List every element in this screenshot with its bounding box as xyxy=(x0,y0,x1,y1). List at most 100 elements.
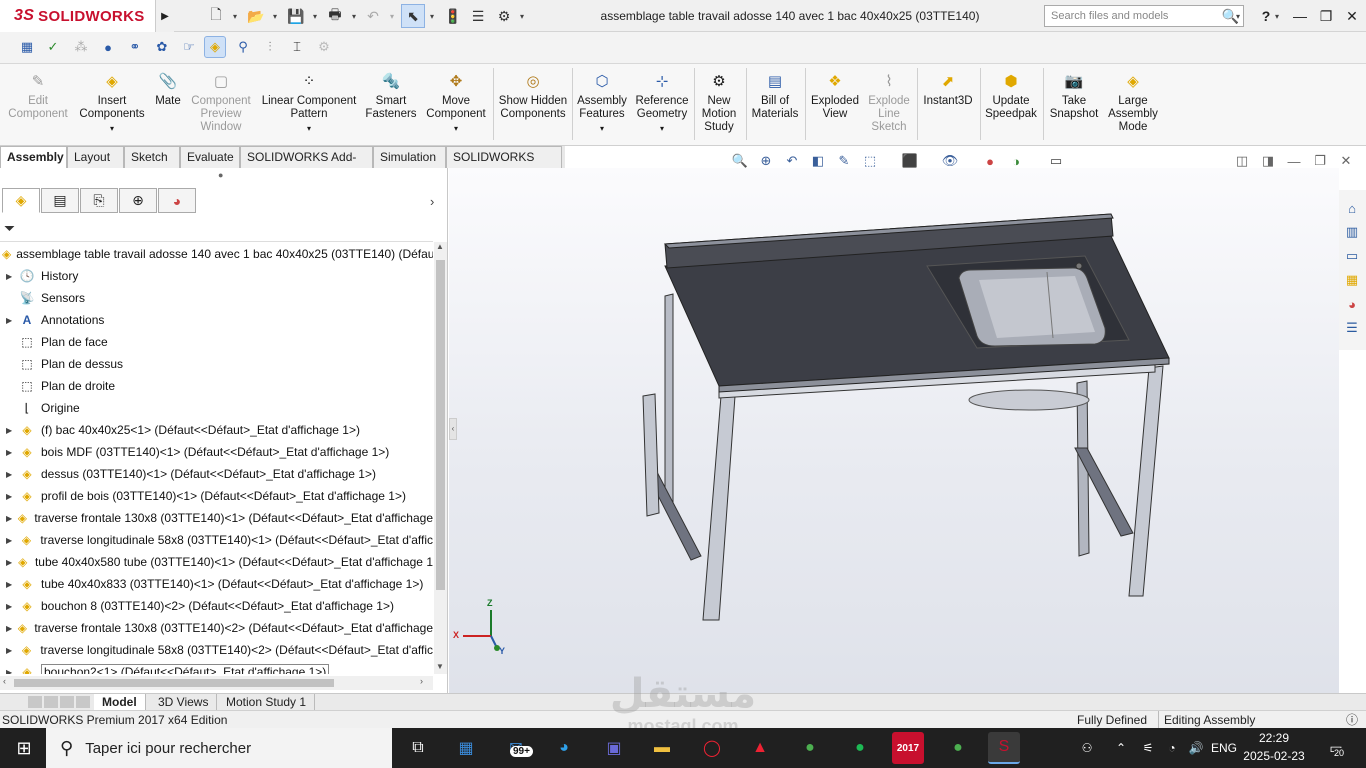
tree-item-component[interactable]: ▶ ◈ profil de bois (03TTE140)<1> (Défaut<<… xyxy=(0,485,433,507)
show-hidden-components-button[interactable]: ◎ Show Hidden Components xyxy=(496,70,570,144)
mate-button[interactable]: 📎 Mate xyxy=(150,70,186,144)
tab-assembly[interactable]: Assembly xyxy=(0,146,67,168)
edge-browser-icon[interactable]: ◕ xyxy=(548,732,580,764)
pointer-tool-icon[interactable]: ☞ xyxy=(178,36,200,58)
chrome-icon[interactable]: ● xyxy=(794,732,826,764)
people-icon[interactable]: ⚇ xyxy=(1078,728,1096,768)
spring-tool-icon[interactable]: ⫶ xyxy=(259,36,281,58)
edit-component-button[interactable]: ✎ Edit Component xyxy=(6,70,70,144)
solidworks-active-icon[interactable]: S xyxy=(988,732,1020,764)
tab-motion-study-1[interactable]: Motion Study 1 xyxy=(218,694,316,711)
tree-item-component[interactable]: ▶ ◈ traverse longitudinale 58x8 (03TTE140)… xyxy=(0,639,433,661)
solidworks-resources-icon[interactable]: ⌂ xyxy=(1341,198,1363,218)
tree-item-component[interactable]: ▶ ◈ traverse frontale 130x8 (03TTE140)<2> … xyxy=(0,617,433,639)
tab-layout[interactable]: Layout xyxy=(67,146,124,168)
custom-properties-icon[interactable]: ☰ xyxy=(1341,318,1363,338)
help-dropdown-icon[interactable]: ▾ xyxy=(1272,4,1282,28)
new-dropdown-icon[interactable]: ▾ xyxy=(230,4,240,28)
clock-time[interactable]: 22:29 xyxy=(1242,731,1306,745)
globe-tool-icon[interactable]: ● xyxy=(97,36,119,58)
expand-arrow-icon[interactable]: ▶ xyxy=(6,448,18,457)
view-palette-icon[interactable]: ▦ xyxy=(1341,270,1363,290)
expand-arrow-icon[interactable]: ▶ xyxy=(6,470,18,479)
component-tool-icon[interactable]: ◈ xyxy=(204,36,226,58)
scroll-down-icon[interactable]: ▼ xyxy=(436,662,444,671)
open-folder-icon[interactable]: 📂 xyxy=(244,4,268,28)
tree-item-sensors[interactable]: 📡 Sensors xyxy=(0,287,433,309)
tree-item-plan-de-droite[interactable]: ⬚ Plan de droite xyxy=(0,375,433,397)
expand-arrow-icon[interactable]: ▶ xyxy=(6,580,18,589)
graphics-area[interactable]: ‹ Z X Y xyxy=(449,168,1339,693)
print-dropdown-icon[interactable]: ▾ xyxy=(349,4,359,28)
tree-item-component[interactable]: ▶ ◈ tube 40x40x833 (03TTE140)<1> (Défaut<<… xyxy=(0,573,433,595)
tree-item-component[interactable]: ▶ ◈ bouchon2<1> (Défaut<<Défaut>_Etat d'af… xyxy=(0,661,433,674)
fastener-tool-icon[interactable]: ⚲ xyxy=(232,36,254,58)
panel-grip-icon[interactable]: ● xyxy=(218,170,223,180)
move-component-button[interactable]: ✥ Move Component ▾ xyxy=(422,70,490,144)
assembly-tool-icon[interactable]: ▦ xyxy=(16,36,38,58)
taskbar-search-input[interactable]: ⚲ Taper ici pour rechercher xyxy=(46,728,392,768)
file-properties-icon[interactable]: ☰ xyxy=(466,4,490,28)
panel-expand-chevron-icon[interactable]: › xyxy=(430,194,434,209)
task-view-icon[interactable]: ⧉ xyxy=(402,732,434,764)
linear-component-pattern-button[interactable]: ⁘ Linear Component Pattern ▾ xyxy=(258,70,360,144)
clock-date[interactable]: 2025-02-23 xyxy=(1242,749,1306,763)
expand-arrow-icon[interactable]: ▶ xyxy=(6,624,15,633)
file-explorer-icon[interactable]: ▬ xyxy=(646,732,678,764)
solidworks-logo[interactable]: 3S SOLIDWORKS xyxy=(0,0,156,32)
expand-arrow-icon[interactable]: ▶ xyxy=(6,514,15,523)
spotify-icon[interactable]: ● xyxy=(844,732,876,764)
expand-arrow-icon[interactable]: ▶ xyxy=(6,272,18,281)
tree-item-origine[interactable]: ⌊ Origine xyxy=(0,397,433,419)
print-icon[interactable]: 🖶 xyxy=(323,4,347,28)
expand-arrow-icon[interactable]: ▶ xyxy=(6,316,18,325)
reference-geometry-button[interactable]: ⊹ Reference Geometry ▾ xyxy=(632,70,692,144)
select-dropdown-icon[interactable]: ▾ xyxy=(427,4,437,28)
first-tab-arrow-icon[interactable] xyxy=(28,696,42,708)
filter-icon[interactable]: ⏷ xyxy=(4,220,28,240)
assembly-features-button[interactable]: ⬡ Assembly Features ▾ xyxy=(574,70,630,144)
select-cursor-icon[interactable]: ⬉ xyxy=(401,4,425,28)
expand-arrow-icon[interactable]: ▶ xyxy=(6,492,18,501)
expand-arrow-icon[interactable]: ▶ xyxy=(6,558,16,567)
opera-icon[interactable]: ◯ xyxy=(696,732,728,764)
exploded-view-button[interactable]: ❖ Exploded View xyxy=(808,70,862,144)
tab-evaluate[interactable]: Evaluate xyxy=(180,146,240,168)
solidworks-2017-icon[interactable]: 2017 xyxy=(892,732,924,764)
network-icon[interactable]: ⚟ xyxy=(1138,728,1158,768)
scroll-right-icon[interactable]: › xyxy=(420,676,423,686)
explode-line-sketch-button[interactable]: ⌇ Explode Line Sketch xyxy=(864,70,914,144)
scrollbar-thumb[interactable] xyxy=(14,679,334,687)
acrobat-icon[interactable]: ▲ xyxy=(744,732,776,764)
tree-root-assembly[interactable]: ◈ assemblage table travail adosse 140 ave… xyxy=(0,243,433,265)
tree-horizontal-scrollbar[interactable]: ‹ › xyxy=(0,676,433,690)
scrollbar-thumb[interactable] xyxy=(436,260,445,590)
menu-expand-arrow[interactable]: ▶ xyxy=(156,0,174,32)
tree-vertical-scrollbar[interactable]: ▲ ▼ xyxy=(434,242,447,674)
tree-item-component[interactable]: ▶ ◈ traverse frontale 130x8 (03TTE140)<1> … xyxy=(0,507,433,529)
undo-icon[interactable]: ↶ xyxy=(361,4,385,28)
tree-item-annotations[interactable]: ▶ A Annotations xyxy=(0,309,433,331)
tab-model[interactable]: Model xyxy=(94,694,146,711)
minimize-icon[interactable]: — xyxy=(1286,4,1314,28)
tree-item-plan-de-dessus[interactable]: ⬚ Plan de dessus xyxy=(0,353,433,375)
wifi-icon[interactable]: ◔ xyxy=(1162,728,1182,768)
undo-dropdown-icon[interactable]: ▾ xyxy=(387,4,397,28)
gear-tool-icon[interactable]: ✿ xyxy=(151,36,173,58)
design-library-icon[interactable]: ▥ xyxy=(1341,222,1363,242)
tree-item-component[interactable]: ▶ ◈ dessus (03TTE140)<1> (Défaut<<Défaut>_… xyxy=(0,463,433,485)
tree-item-component[interactable]: ▶ ◈ bois MDF (03TTE140)<1> (Défaut<<Défaut… xyxy=(0,441,433,463)
tree-item-plan-de-face[interactable]: ⬚ Plan de face xyxy=(0,331,433,353)
options-gear-icon[interactable]: ⚙ xyxy=(492,4,516,28)
tray-expand-icon[interactable]: ⌃ xyxy=(1112,728,1130,768)
tab-solidworks-mbd[interactable]: SOLIDWORKS MBD xyxy=(446,146,562,185)
check-tool-icon[interactable]: ✓ xyxy=(42,36,64,58)
mate-tool-icon[interactable]: ⚭ xyxy=(124,36,146,58)
pattern-tool-icon[interactable]: ⁂ xyxy=(70,36,92,58)
table-3d-model[interactable] xyxy=(449,168,1339,693)
rebuild-traffic-light-icon[interactable]: 🚦 xyxy=(441,4,465,28)
property-manager-tab-icon[interactable]: ▤ xyxy=(41,188,79,213)
windows-start-icon[interactable]: ⊞ xyxy=(8,732,40,764)
large-assembly-mode-button[interactable]: ◈ Large Assembly Mode xyxy=(1104,70,1162,144)
component-preview-window-button[interactable]: ▢ Component Preview Window xyxy=(188,70,254,144)
